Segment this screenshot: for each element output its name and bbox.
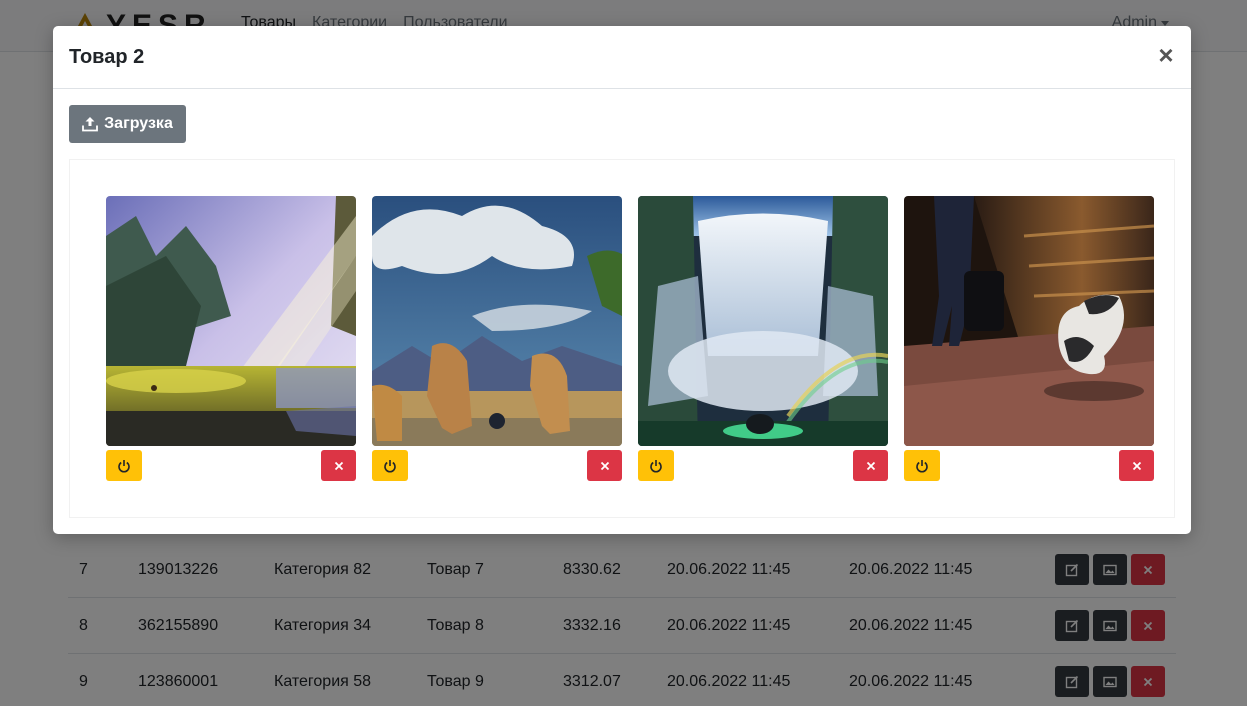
power-icon	[916, 459, 928, 473]
cat-at-train-image	[904, 196, 1154, 446]
forest-clearing-image	[106, 196, 356, 446]
product-image[interactable]	[904, 196, 1154, 446]
close-icon	[866, 461, 875, 470]
delete-image-button[interactable]	[853, 450, 888, 481]
toggle-active-button[interactable]	[904, 450, 940, 481]
modal-header: Товар 2 ×	[53, 26, 1191, 89]
close-icon	[600, 461, 609, 470]
toggle-active-button[interactable]	[372, 450, 408, 481]
modal-title: Товар 2	[69, 46, 145, 68]
product-image[interactable]	[106, 196, 356, 446]
delete-image-button[interactable]	[321, 450, 356, 481]
close-icon	[334, 461, 343, 470]
item-actions	[106, 450, 356, 481]
power-icon	[650, 459, 662, 473]
product-image[interactable]	[638, 196, 888, 446]
upload-icon	[82, 117, 99, 132]
item-actions	[638, 450, 888, 481]
upload-label: Загрузка	[104, 115, 173, 132]
image-gallery-modal: Товар 2 × Загрузка	[53, 26, 1191, 534]
close-icon	[1132, 461, 1141, 470]
power-icon	[384, 459, 396, 473]
waterfall-rainbow-image	[638, 196, 888, 446]
upload-button[interactable]: Загрузка	[69, 105, 186, 143]
delete-image-button[interactable]	[1119, 450, 1154, 481]
delete-image-button[interactable]	[587, 450, 622, 481]
toggle-active-button[interactable]	[106, 450, 142, 481]
close-button[interactable]: ×	[1155, 42, 1177, 68]
item-actions	[372, 450, 622, 481]
power-icon	[118, 459, 130, 473]
lions-at-water-image	[372, 196, 622, 446]
gallery-item	[904, 196, 1154, 481]
gallery-item	[638, 196, 888, 481]
gallery-item	[106, 196, 356, 481]
gallery-item	[372, 196, 622, 481]
product-image[interactable]	[372, 196, 622, 446]
image-gallery	[69, 159, 1175, 518]
item-actions	[904, 450, 1154, 481]
toggle-active-button[interactable]	[638, 450, 674, 481]
